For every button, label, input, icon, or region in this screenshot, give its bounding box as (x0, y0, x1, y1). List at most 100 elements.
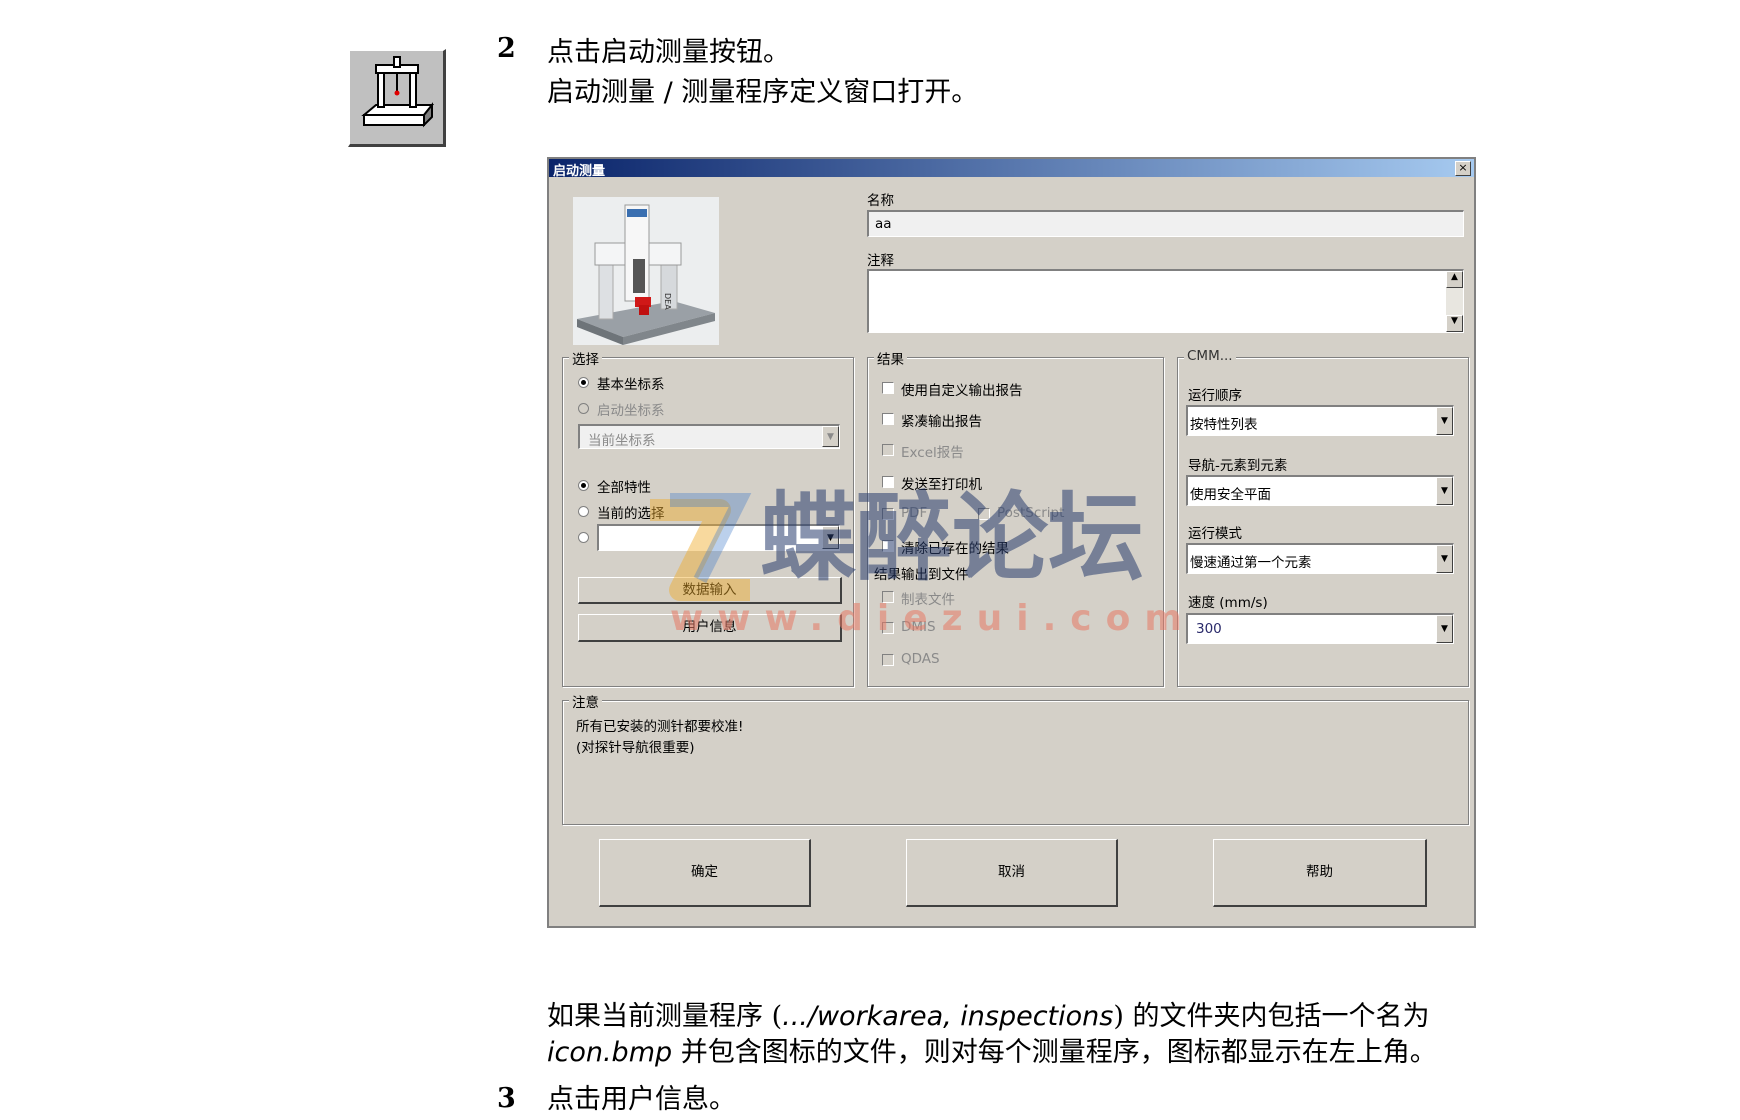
checkbox-compact-report[interactable] (882, 413, 894, 425)
chevron-down-icon[interactable]: ▼ (822, 426, 839, 447)
scroll-up-icon[interactable]: ▲ (1446, 271, 1463, 288)
machine-image: DEA (573, 197, 719, 345)
run-order-value: 按特性列表 (1190, 417, 1258, 433)
instruction-text: 点击 (547, 37, 601, 68)
selection-legend: 选择 (569, 348, 602, 368)
instruction-ui-term: 用户信息 (601, 1084, 709, 1115)
radio-start-coord-label: 启动坐标系 (597, 403, 665, 419)
comment-field[interactable]: ▲ ▼ (867, 269, 1464, 333)
comment-label: 注释 (867, 253, 894, 269)
run-order-select[interactable]: 按特性列表 ▼ (1186, 405, 1454, 436)
checkbox-pdf[interactable] (882, 508, 894, 520)
step-instruction: 点击用户信息。 (547, 1080, 736, 1120)
close-button[interactable]: × (1455, 161, 1471, 176)
cmm-machine-picture: DEA (573, 197, 719, 345)
result-text: 窗口打开。 (843, 77, 979, 108)
nav-value: 使用安全平面 (1190, 487, 1271, 503)
chevron-down-icon[interactable]: ▼ (822, 526, 839, 549)
speed-value: 300 (1196, 621, 1222, 637)
custom-report-label: 使用自定义输出报告 (901, 383, 1023, 399)
checkbox-send-printer[interactable] (882, 476, 894, 488)
checkbox-excel-report[interactable] (882, 444, 894, 456)
cmm-legend: CMM... (1184, 348, 1236, 364)
results-group: 结果 使用自定义输出报告 紧凑输出报告 Excel报告 发送至打印机 PDF P… (867, 348, 1164, 687)
checkbox-qdas[interactable] (882, 654, 894, 666)
checkbox-table-file[interactable] (882, 591, 894, 603)
chevron-down-icon[interactable]: ▼ (1436, 477, 1453, 505)
note-group: 注意 所有已安装的测针都要校准! (对探针导航很重要) (562, 691, 1469, 825)
dmis-label: DMIS (901, 619, 936, 635)
chevron-down-icon[interactable]: ▼ (1436, 545, 1453, 573)
step-instruction: 点击启动测量按钮。 (547, 33, 790, 73)
step-number: 2 (497, 33, 516, 64)
radio-all-features[interactable] (578, 480, 589, 491)
clear-results-label: 清除已存在的结果 (901, 541, 1009, 557)
coord-select-value: 当前坐标系 (588, 433, 656, 449)
note-legend: 注意 (569, 691, 602, 711)
paragraph-text: ) 的文件夹内包括一个名为 (1113, 1001, 1430, 1032)
run-order-label: 运行顺序 (1188, 388, 1242, 404)
dialog-title: 启动测量 (553, 164, 606, 179)
radio-custom-selection[interactable] (578, 532, 589, 543)
cmm-machine-icon (361, 56, 435, 128)
dialog-titlebar: 启动测量 × (549, 159, 1474, 179)
start-measurement-toolbar-icon[interactable] (348, 49, 446, 147)
icon-info-paragraph-line2: icon.bmp 并包含图标的文件，则对每个测量程序，图标都显示在左上角。 (547, 1033, 1697, 1073)
checkbox-postscript[interactable] (978, 508, 990, 520)
speed-field[interactable]: 300 ▼ (1186, 613, 1454, 644)
nav-select[interactable]: 使用安全平面 ▼ (1186, 475, 1454, 506)
checkbox-custom-report[interactable] (882, 382, 894, 394)
radio-base-coord-label: 基本坐标系 (597, 377, 665, 393)
user-info-button[interactable]: 用户信息 (578, 614, 842, 642)
speed-label: 速度 (mm/s) (1188, 595, 1268, 611)
note-line-2: (对探针导航很重要) (576, 740, 695, 756)
ok-button[interactable]: 确定 (599, 839, 811, 907)
chevron-down-icon[interactable]: ▼ (1436, 407, 1453, 435)
paragraph-text: 并包含图标的文件，则对每个测量程序，图标都显示在左上角。 (672, 1037, 1437, 1068)
window-name: 启动测量 / 测量程序定义 (547, 77, 844, 108)
radio-all-features-label: 全部特性 (597, 480, 651, 496)
output-to-file-label: 结果输出到文件 (874, 567, 969, 583)
table-file-label: 制表文件 (901, 592, 955, 608)
instruction-text: 按钮。 (709, 37, 790, 68)
radio-start-coord[interactable] (578, 403, 589, 414)
results-legend: 结果 (874, 348, 907, 368)
compact-report-label: 紧凑输出报告 (901, 414, 982, 430)
run-mode-select[interactable]: 慢速通过第一个元素 ▼ (1186, 543, 1454, 574)
coord-select[interactable]: 当前坐标系 ▼ (578, 424, 840, 449)
svg-text:DEA: DEA (663, 293, 672, 310)
qdas-label: QDAS (901, 651, 940, 667)
name-field[interactable]: aa (867, 210, 1464, 237)
excel-report-label: Excel报告 (901, 445, 964, 461)
radio-current-selection-label: 当前的选择 (597, 506, 665, 522)
scroll-down-icon[interactable]: ▼ (1446, 315, 1463, 332)
instruction-ui-term: 启动测量 (601, 37, 709, 68)
instruction-text: 点击 (547, 1084, 601, 1115)
pdf-label: PDF (901, 505, 928, 521)
run-mode-value: 慢速通过第一个元素 (1190, 555, 1312, 571)
close-icon: × (1458, 161, 1468, 174)
custom-selection-select[interactable]: ▼ (597, 524, 840, 551)
icon-info-paragraph: 如果当前测量程序 (.../workarea, inspections) 的文件… (547, 997, 1697, 1037)
step-result: 启动测量 / 测量程序定义窗口打开。 (547, 73, 978, 113)
data-input-button[interactable]: 数据输入 (578, 577, 842, 604)
checkbox-dmis[interactable] (882, 622, 894, 634)
postscript-label: PostScript (997, 505, 1065, 521)
help-button[interactable]: 帮助 (1213, 839, 1427, 907)
nav-label: 导航-元素到元素 (1188, 458, 1288, 474)
radio-current-selection[interactable] (578, 506, 589, 517)
cancel-button[interactable]: 取消 (906, 839, 1118, 907)
instruction-text: 。 (709, 1084, 736, 1115)
run-mode-label: 运行模式 (1188, 526, 1242, 542)
name-label: 名称 (867, 193, 894, 209)
start-measurement-dialog: 启动测量 × DEA 名称 aa 注释 ▲ ▼ 选择 基本坐标系 启动坐标系 当… (547, 157, 1476, 928)
checkbox-clear-results[interactable] (882, 540, 894, 552)
chevron-down-icon[interactable]: ▼ (1436, 615, 1453, 643)
note-line-1: 所有已安装的测针都要校准! (576, 719, 744, 735)
icon-filename: icon.bmp (547, 1037, 673, 1068)
folder-path: .../workarea, inspections (782, 1001, 1114, 1032)
comment-scrollbar[interactable]: ▲ ▼ (1446, 271, 1463, 332)
radio-base-coord[interactable] (578, 377, 589, 388)
send-printer-label: 发送至打印机 (901, 477, 982, 493)
step-number: 3 (497, 1083, 516, 1114)
